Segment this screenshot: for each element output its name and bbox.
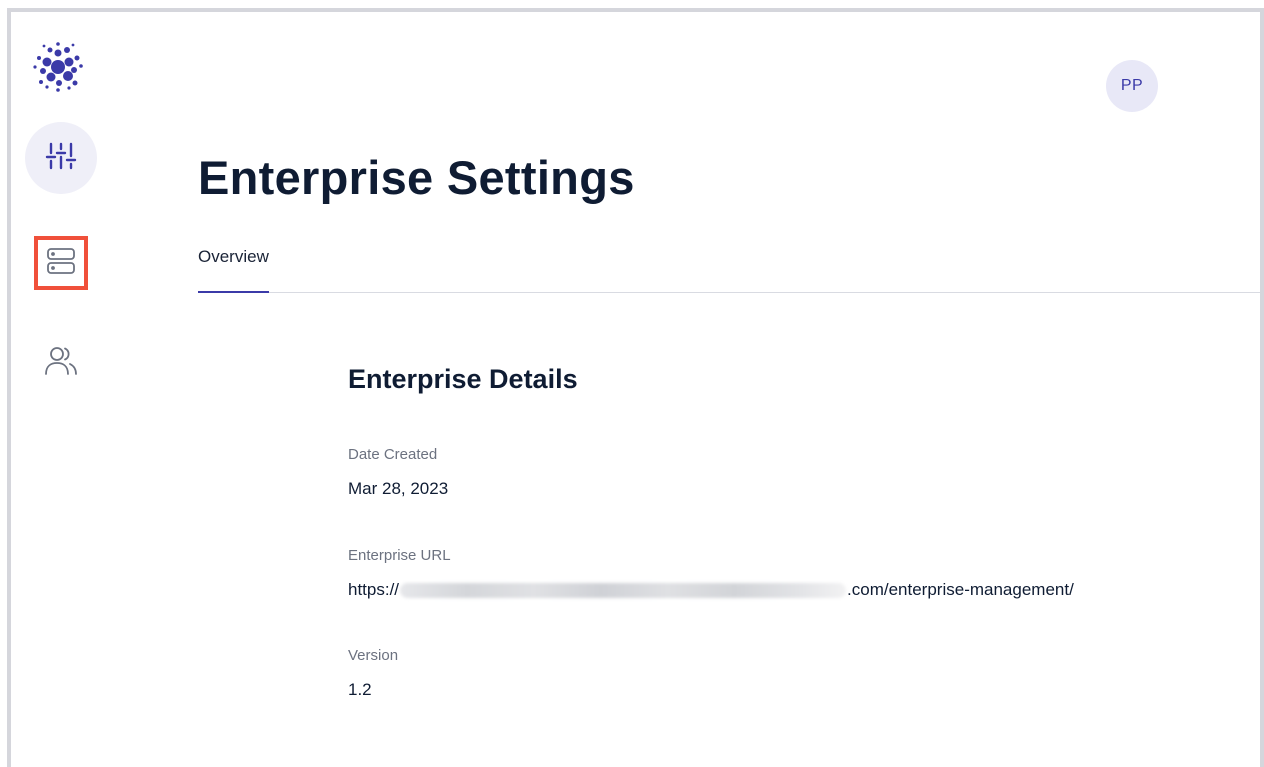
url-prefix: https:// (348, 580, 400, 599)
enterprise-details-section: Enterprise Details (348, 364, 1228, 395)
enterprise-url-label: Enterprise URL (348, 547, 451, 564)
version-label: Version (348, 647, 399, 664)
version-value: 1.2 (348, 680, 372, 699)
logo-icon (29, 38, 87, 96)
avatar[interactable]: PP (1106, 60, 1158, 112)
section-title: Enterprise Details (348, 364, 578, 394)
users-icon (44, 344, 78, 382)
redacted-hostname (400, 582, 847, 598)
tab-bar: Overview (198, 240, 1260, 293)
sidebar-item-settings[interactable] (25, 122, 97, 194)
sidebar (11, 12, 111, 767)
enterprise-url-value: https:// .com/enterprise-management/ (348, 580, 1074, 600)
server-icon (46, 246, 76, 280)
tab-overview[interactable]: Overview (198, 240, 269, 293)
url-suffix: .com/enterprise-management/ (847, 580, 1074, 599)
date-created-label: Date Created (348, 446, 438, 463)
avatar-initials: PP (1120, 77, 1144, 94)
page-title: Enterprise Settings (198, 151, 635, 204)
date-created-value: Mar 28, 2023 (348, 479, 449, 498)
sidebar-item-server[interactable] (34, 236, 88, 290)
sidebar-item-users[interactable] (38, 340, 84, 386)
app-window: PP Enterprise Settings Overview Enterpri… (7, 8, 1264, 767)
sliders-icon (44, 139, 78, 177)
